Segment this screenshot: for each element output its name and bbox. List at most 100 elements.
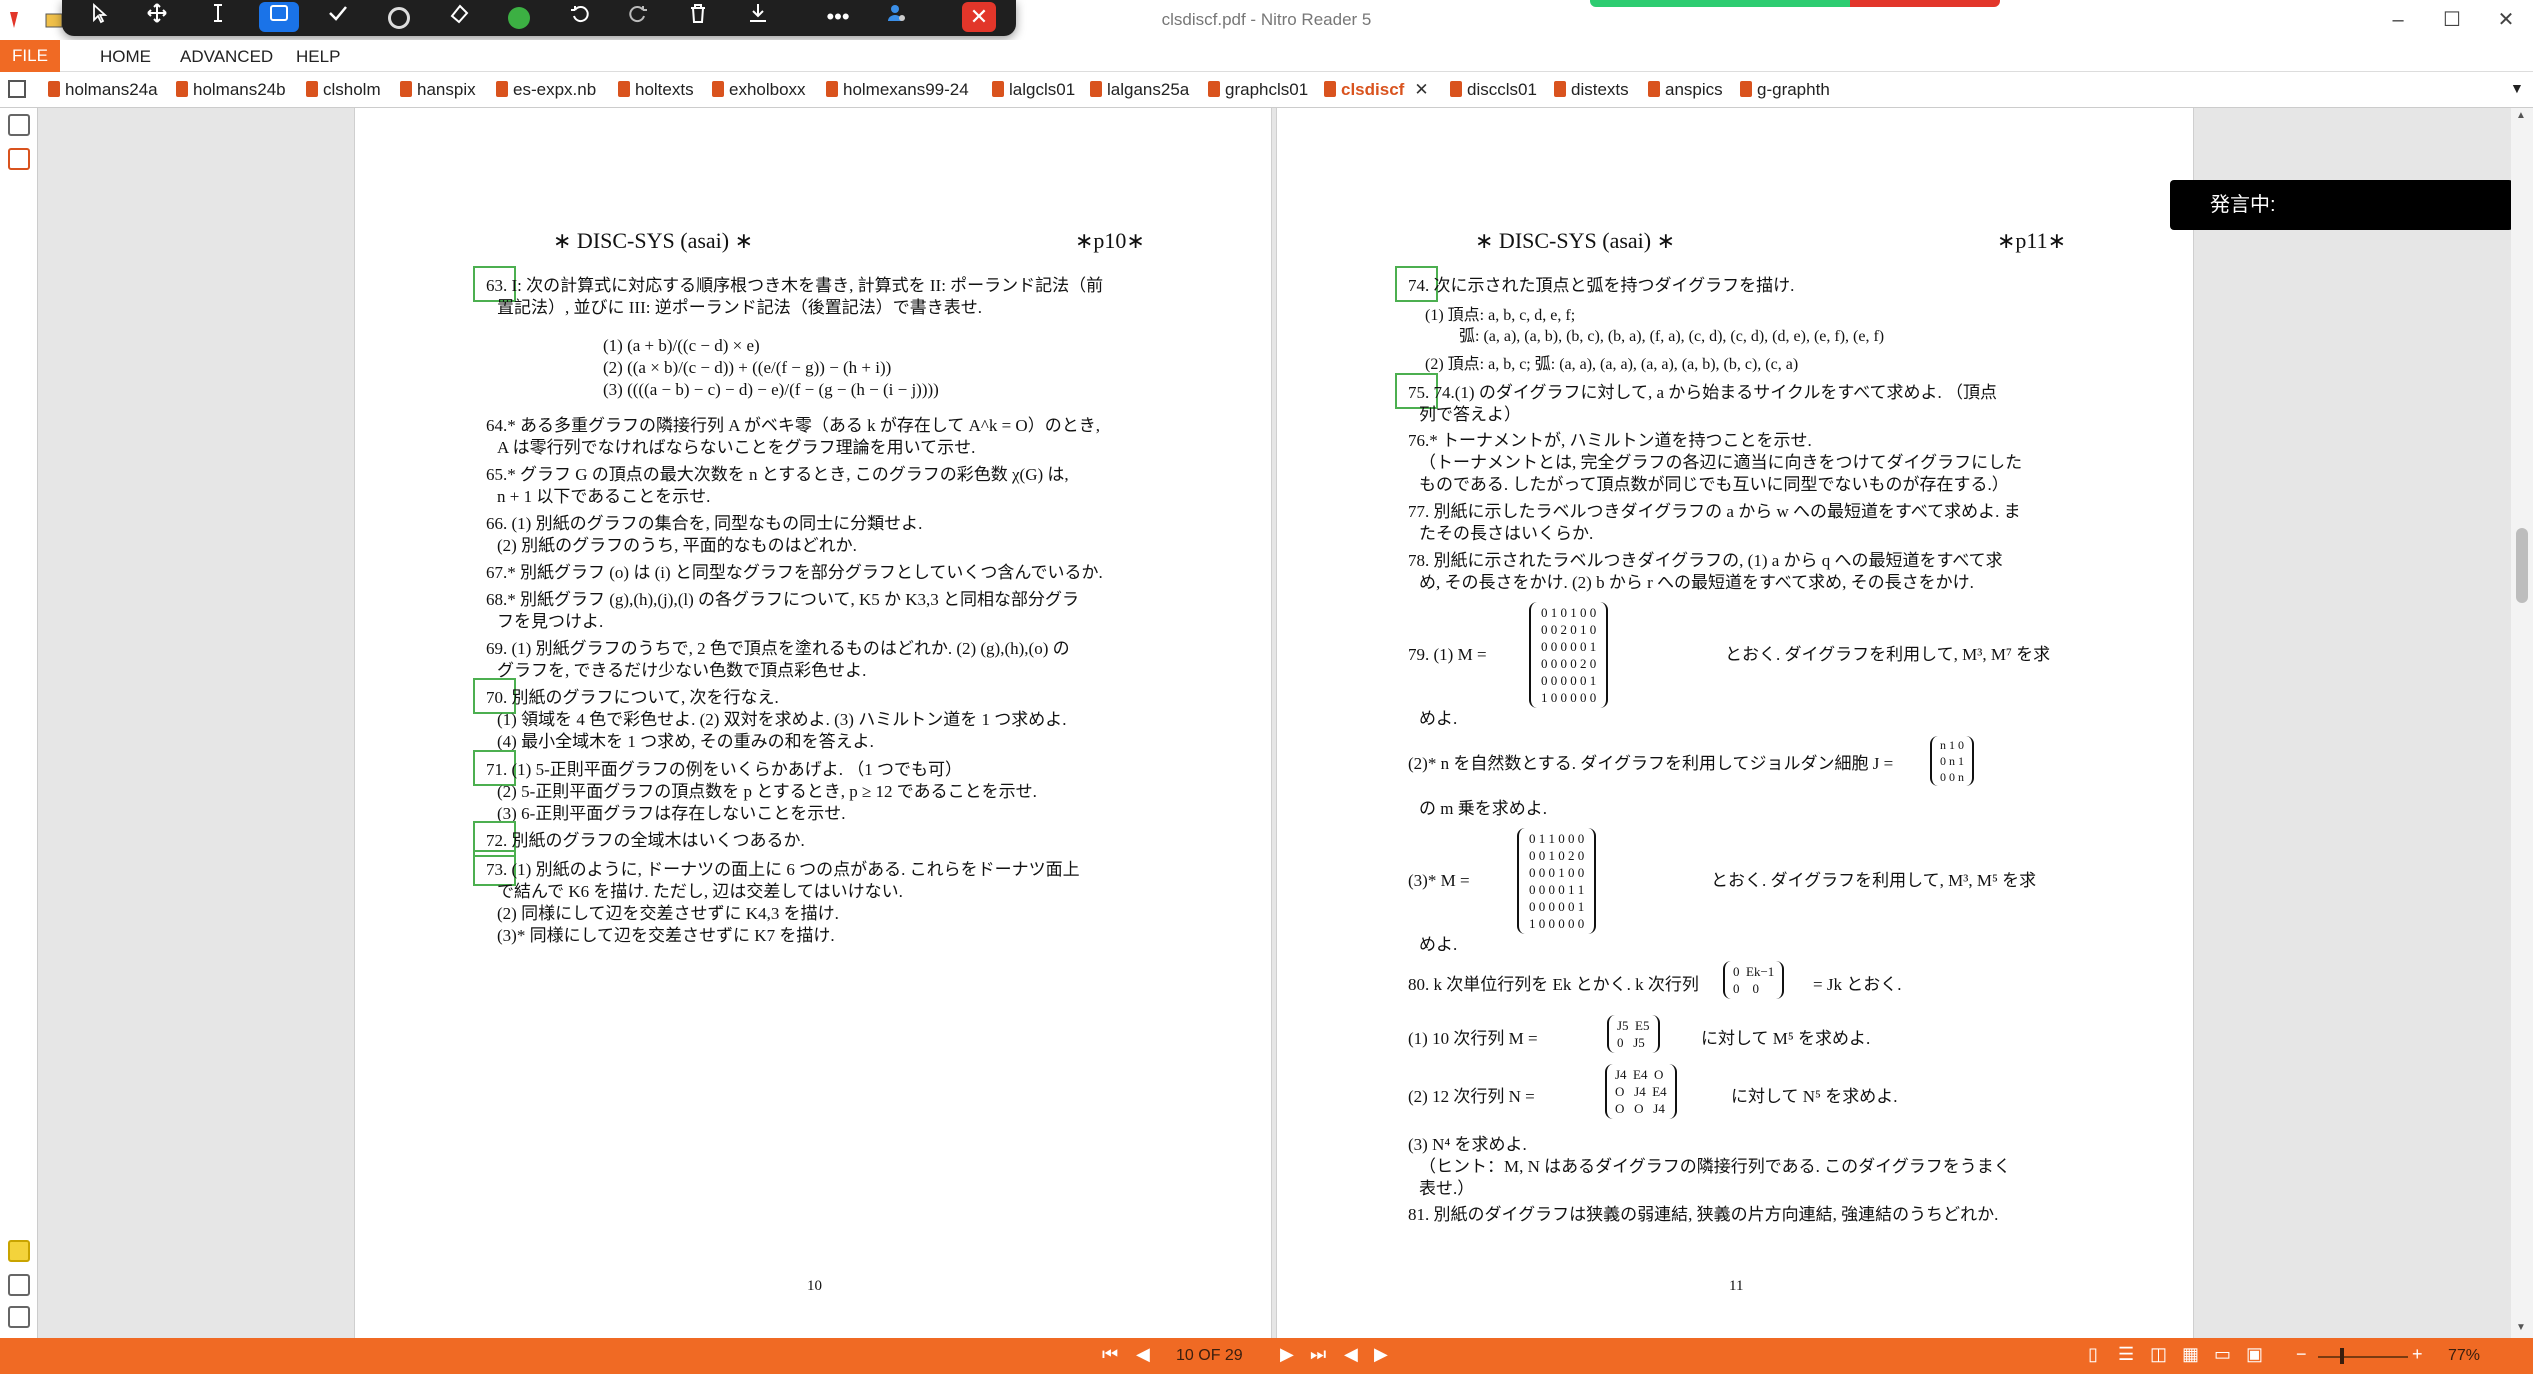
pdf-icon xyxy=(1450,80,1462,97)
more-icon[interactable]: ••• xyxy=(818,2,858,32)
tab-label: clsdiscf xyxy=(1341,80,1405,99)
download-icon[interactable] xyxy=(738,2,778,32)
menu-advanced[interactable]: ADVANCED xyxy=(180,47,273,67)
continuous-view-icon[interactable]: ☰ xyxy=(2118,1344,2134,1365)
fit-width-icon[interactable]: ▭ xyxy=(2214,1344,2231,1365)
problem-text: (3)* 同様にして辺を交差させずに K7 を描け. xyxy=(497,926,835,945)
attachments-panel-icon[interactable] xyxy=(8,1274,30,1296)
pdf-icon xyxy=(400,80,412,97)
tab-holmans24b[interactable]: holmans24b xyxy=(176,72,286,108)
first-page-icon[interactable]: ⏮ xyxy=(1102,1344,1118,1365)
problem-text: 81. 別紙のダイグラフは狭義の弱連結, 狭義の片方向連結, 強連結のうちどれか… xyxy=(1408,1205,1999,1224)
pan-move-icon[interactable] xyxy=(137,2,177,32)
rectangle-icon[interactable] xyxy=(259,2,299,32)
pages-panel-icon[interactable] xyxy=(8,114,30,136)
window-close-button[interactable]: ✕ xyxy=(2486,6,2526,34)
tab-hanspix[interactable]: hanspix xyxy=(400,72,476,108)
tab-holtexts[interactable]: holtexts xyxy=(618,72,694,108)
tab-es-expx[interactable]: es-expx.nb xyxy=(496,72,596,108)
tab-lalgcls01[interactable]: lalgcls01 xyxy=(992,72,1075,108)
pdf-page-10: ∗ DISC-SYS (asai) ∗ ∗p10∗ 63. I: 次の計算式に対… xyxy=(354,108,1272,1338)
progress-bar-red xyxy=(1850,0,2000,7)
toolbar-close-button[interactable]: ✕ xyxy=(962,2,996,32)
tab-holmexans99-24[interactable]: holmexans99-24 xyxy=(826,72,969,108)
pdf-icon xyxy=(1740,80,1752,97)
left-panel-rail xyxy=(0,108,38,1338)
color-dot-icon[interactable] xyxy=(499,2,539,32)
problem-text: 67.* 別紙グラフ (o) は (i) と同型なグラフを部分グラフとしていくつ… xyxy=(486,563,1103,582)
matrix-row: 0 0 0 0 0 1 xyxy=(1541,673,1597,688)
problem-text: (2) 12 次行列 N = xyxy=(1408,1087,1535,1106)
tab-lalgans25a[interactable]: lalgans25a xyxy=(1090,72,1189,108)
problem-text: 79. (1) M = xyxy=(1408,645,1487,664)
zoom-out-button[interactable]: − xyxy=(2296,1344,2307,1365)
tab-anspics[interactable]: anspics xyxy=(1648,72,1723,108)
tab-graphcls01[interactable]: graphcls01 xyxy=(1208,72,1308,108)
tab-distexts[interactable]: distexts xyxy=(1554,72,1629,108)
back-view-icon[interactable]: ◀ xyxy=(1344,1344,1358,1365)
redo-icon[interactable] xyxy=(618,2,658,32)
comments-panel-icon[interactable] xyxy=(8,1240,30,1262)
previous-page-icon[interactable]: ◀ xyxy=(1136,1344,1150,1365)
matrix-row: 0 1 1 0 0 0 xyxy=(1529,831,1585,846)
last-page-icon[interactable]: ⏭ xyxy=(1310,1344,1326,1365)
page-view-icon[interactable] xyxy=(8,80,26,98)
pdf-icon xyxy=(1324,80,1336,97)
fit-page-icon[interactable]: ▣ xyxy=(2246,1344,2263,1365)
facing-continuous-view-icon[interactable]: ▦ xyxy=(2182,1344,2199,1365)
tab-close-icon[interactable]: ✕ xyxy=(1414,80,1428,99)
problem-text: 64.* ある多重グラフの隣接行列 A がベキ零（ある k が存在して A^k … xyxy=(486,416,1100,435)
single-page-view-icon[interactable]: ▯ xyxy=(2088,1344,2098,1365)
user-settings-icon[interactable] xyxy=(876,2,916,32)
matrix-row: 0 0 n xyxy=(1940,770,1964,784)
minimize-button[interactable]: – xyxy=(2378,6,2418,34)
output-panel-icon[interactable] xyxy=(8,1306,30,1328)
progress-bar-green xyxy=(1590,0,1850,7)
problem-text: (3) ((((a − b) − c) − d) − e)/(f − (g − … xyxy=(603,380,939,399)
text-cursor-icon[interactable] xyxy=(198,2,238,32)
zoom-in-button[interactable]: + xyxy=(2412,1344,2423,1365)
problem-text: 72. 別紙のグラフの全域木はいくつあるか. xyxy=(486,831,805,850)
tab-g-graphth[interactable]: g-graphth xyxy=(1740,72,1830,108)
scroll-up-icon[interactable]: ▲ xyxy=(2516,110,2526,121)
matrix-79-1: 0 1 0 1 0 0 0 0 2 0 1 0 0 0 0 0 0 1 0 0 … xyxy=(1529,602,1609,708)
zoom-level[interactable]: 77% xyxy=(2448,1347,2480,1365)
tab-label: hanspix xyxy=(417,80,476,99)
zoom-slider[interactable] xyxy=(2318,1356,2408,1358)
tab-clsholm[interactable]: clsholm xyxy=(306,72,381,108)
trash-icon[interactable] xyxy=(678,2,718,32)
tab-clsdiscf[interactable]: clsdiscf ✕ xyxy=(1324,72,1429,108)
forward-view-icon[interactable]: ▶ xyxy=(1374,1344,1388,1365)
problem-text: (1) 頂点: a, b, c, d, e, f; xyxy=(1425,307,1576,324)
zoom-slider-thumb[interactable] xyxy=(2340,1348,2344,1364)
vertical-scrollbar[interactable]: ▲ ▼ xyxy=(2511,108,2533,1338)
matrix-row: 0 0 xyxy=(1733,981,1759,996)
tab-disccls01[interactable]: disccls01 xyxy=(1450,72,1537,108)
select-arrow-icon[interactable] xyxy=(80,2,120,32)
matrix-row: 0 n 1 xyxy=(1940,754,1964,768)
annotation-toolbar: ••• ✕ xyxy=(62,0,1016,36)
undo-icon[interactable] xyxy=(560,2,600,32)
menu-file[interactable]: FILE xyxy=(0,40,60,72)
maximize-button[interactable]: ☐ xyxy=(2432,6,2472,34)
scrollbar-thumb[interactable] xyxy=(2516,528,2528,603)
bookmarks-panel-icon[interactable] xyxy=(8,148,30,170)
facing-view-icon[interactable]: ◫ xyxy=(2150,1344,2167,1365)
tab-exholboxx[interactable]: exholboxx xyxy=(712,72,806,108)
scroll-down-icon[interactable]: ▼ xyxy=(2516,1322,2526,1333)
page-indicator[interactable]: 10 OF 29 xyxy=(1176,1347,1243,1365)
tab-overflow-chevron-icon[interactable]: ▼ xyxy=(2510,80,2524,96)
document-viewport[interactable]: ∗ DISC-SYS (asai) ∗ ∗p10∗ 63. I: 次の計算式に対… xyxy=(38,108,2513,1338)
check-icon[interactable] xyxy=(318,2,358,32)
eraser-icon[interactable] xyxy=(439,2,479,32)
next-page-icon[interactable]: ▶ xyxy=(1280,1344,1294,1365)
menu-home[interactable]: HOME xyxy=(100,47,151,67)
matrix-row: 1 0 0 0 0 0 xyxy=(1529,916,1585,931)
problem-text: 76.* トーナメントが, ハミルトン道を持つことを示せ. xyxy=(1408,431,1812,450)
problem-text: に対して N⁵ を求めよ. xyxy=(1731,1087,1898,1106)
menu-help[interactable]: HELP xyxy=(296,47,340,67)
problem-text: め, その長さをかけ. (2) b から r への最短道をすべて求め, その長さ… xyxy=(1419,573,1974,592)
problem-text: (2) 5-正則平面グラフの頂点数を p とするとき, p ≥ 12 であること… xyxy=(497,782,1037,801)
tab-holmans24a[interactable]: holmans24a xyxy=(48,72,158,108)
stamp-ring-icon[interactable] xyxy=(379,2,419,32)
